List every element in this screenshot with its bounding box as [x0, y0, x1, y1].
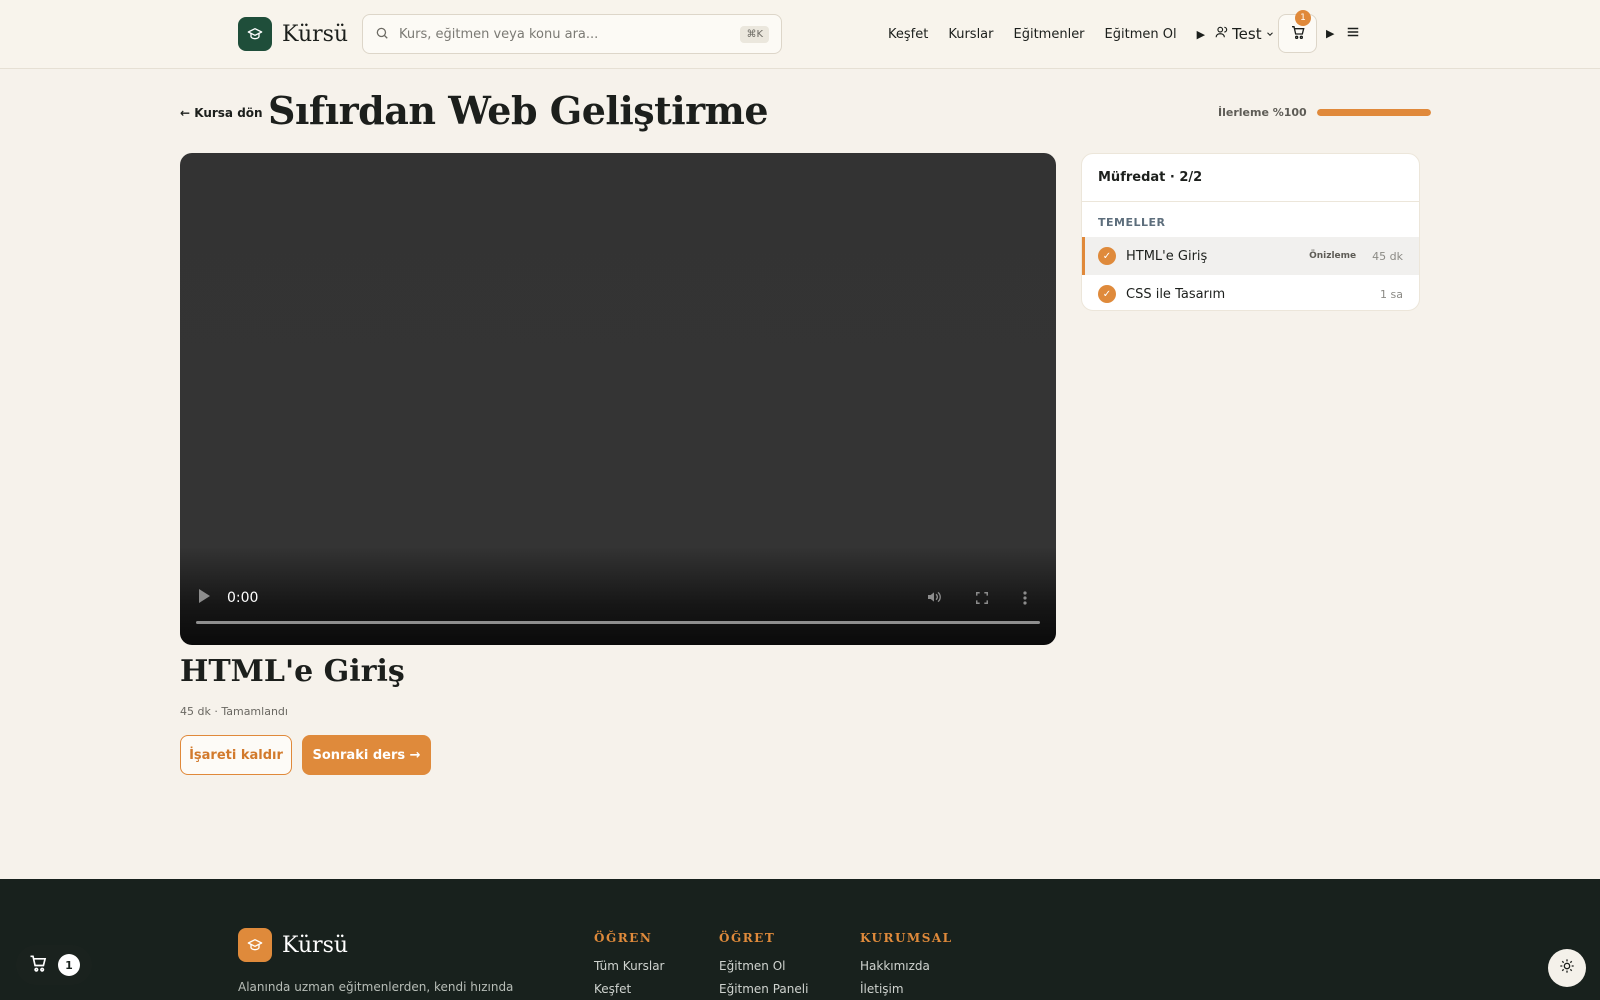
video-player[interactable]: 0:00 [180, 153, 1056, 645]
lesson-title: HTML'e Giriş [180, 654, 405, 689]
page-title: Sıfırdan Web Geliştirme [268, 88, 769, 133]
search-placeholder: Kurs, eğitmen veya konu ara... [399, 26, 599, 42]
footer-link[interactable]: Eğitmen Ol [719, 959, 808, 973]
video-play-icon[interactable] [197, 588, 211, 608]
footer-link[interactable]: Keşfet [594, 982, 664, 996]
footer-link[interactable]: Tüm Kurslar [594, 959, 664, 973]
video-seek-bar[interactable] [196, 621, 1040, 624]
footer-column-title: ÖĞREN [594, 931, 653, 945]
footer-column-ogret: ÖĞRET Eğitmen Ol Eğitmen Paneli [719, 931, 808, 1000]
fullscreen-icon[interactable] [975, 590, 989, 609]
curriculum-item-duration: 45 dk [1372, 249, 1403, 263]
check-icon: ✓ [1098, 285, 1116, 303]
cart-button[interactable]: 1 [1278, 10, 1317, 53]
play-icon-secondary[interactable]: ▶ [1326, 27, 1334, 40]
cart-icon [1290, 24, 1306, 44]
top-navbar: Kürsü Kurs, eğitmen veya konu ara... ⌘K … [0, 0, 1600, 69]
cart-icon [28, 953, 48, 977]
user-icon [1215, 25, 1229, 43]
chevron-down-icon [1265, 25, 1275, 43]
footer-link[interactable]: Hakkımızda [860, 959, 953, 973]
footer-column-title: KURUMSAL [860, 931, 953, 945]
nav-link-egitmenler[interactable]: Eğitmenler [1014, 27, 1085, 42]
curriculum-item-label: CSS ile Tasarım [1126, 286, 1226, 302]
video-current-time: 0:00 [227, 590, 259, 606]
curriculum-section-title: TEMELLER [1098, 216, 1166, 229]
footer-brand-name: Kürsü [282, 932, 349, 958]
search-input[interactable]: Kurs, eğitmen veya konu ara... ⌘K [362, 14, 782, 54]
curriculum-item[interactable]: ✓ HTML'e Giriş Önizleme 45 dk [1082, 237, 1419, 275]
cart-count-badge: 1 [1295, 10, 1311, 26]
brand-name: Kürsü [282, 21, 349, 47]
nav-link-egitmen-ol[interactable]: Eğitmen Ol [1105, 27, 1177, 42]
theme-toggle-button[interactable] [1548, 949, 1586, 987]
curriculum-item-duration: 1 sa [1380, 287, 1403, 301]
graduation-cap-icon [238, 928, 272, 962]
course-progress: İlerleme %100 [1218, 106, 1431, 119]
unmark-complete-button[interactable]: İşareti kaldır [180, 735, 292, 775]
user-name: Test [1232, 25, 1262, 43]
check-icon: ✓ [1098, 247, 1116, 265]
progress-label: İlerleme %100 [1218, 106, 1307, 119]
footer-brand-logo[interactable]: Kürsü [238, 928, 348, 962]
curriculum-item[interactable]: ✓ CSS ile Tasarım 1 sa [1082, 275, 1419, 310]
sun-icon [1559, 958, 1575, 978]
play-icon[interactable]: ▶ [1197, 28, 1205, 41]
footer-link[interactable]: Eğitmen Paneli [719, 982, 808, 996]
brand-logo[interactable]: Kürsü [238, 17, 348, 51]
progress-bar-fill [1316, 109, 1431, 116]
site-footer: Kürsü Alanında uzman eğitmenlerden, kend… [0, 879, 1600, 1000]
back-to-course-link[interactable]: ← Kursa dön [180, 106, 263, 120]
footer-column-kurumsal: KURUMSAL Hakkımızda İletişim [860, 931, 953, 1000]
next-lesson-button[interactable]: Sonraki ders → [302, 735, 431, 775]
menu-icon[interactable] [1346, 24, 1360, 43]
footer-link[interactable]: İletişim [860, 982, 953, 996]
footer-column-ogren: ÖĞREN Tüm Kurslar Keşfet [594, 931, 664, 1000]
footer-description: Alanında uzman eğitmenlerden, kendi hızı… [238, 980, 514, 994]
progress-bar [1316, 109, 1431, 116]
nav-link-kesfet[interactable]: Keşfet [888, 27, 928, 42]
graduation-cap-icon [238, 17, 272, 51]
user-menu[interactable]: Test [1215, 25, 1275, 43]
nav-link-kurslar[interactable]: Kurslar [948, 27, 993, 42]
main-nav: Keşfet Kurslar Eğitmenler Eğitmen Ol ▶ T… [888, 20, 1275, 48]
volume-icon[interactable] [925, 589, 943, 609]
search-icon [375, 25, 389, 44]
more-vertical-icon[interactable] [1023, 590, 1027, 609]
curriculum-heading: Müfredat · 2/2 [1082, 154, 1419, 202]
footer-column-title: ÖĞRET [719, 931, 776, 945]
preview-badge: Önizleme [1309, 251, 1357, 261]
curriculum-panel: Müfredat · 2/2 TEMELLER ✓ HTML'e Giriş Ö… [1081, 153, 1420, 311]
curriculum-item-label: HTML'e Giriş [1126, 248, 1208, 264]
lesson-meta: 45 dk · Tamamlandı [180, 705, 288, 718]
search-shortcut-badge: ⌘K [740, 25, 769, 43]
floating-cart-count: 1 [58, 954, 80, 976]
floating-cart-button[interactable]: 1 [16, 945, 92, 985]
